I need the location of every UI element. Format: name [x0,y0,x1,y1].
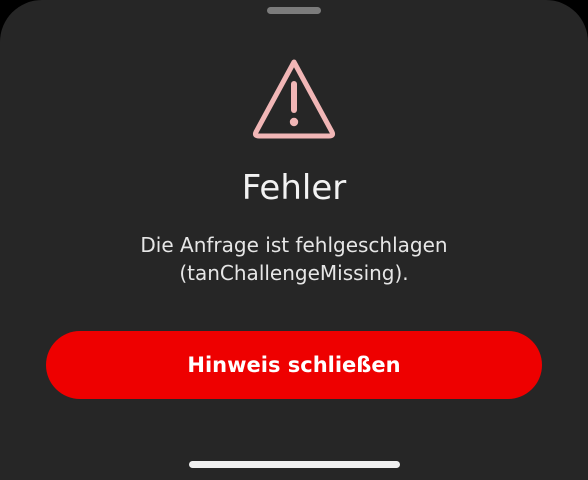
home-indicator[interactable] [189,461,400,468]
sheet-grabber-handle[interactable] [267,7,321,14]
dialog-title: Fehler [241,168,347,208]
close-notice-button[interactable]: Hinweis schließen [46,331,542,399]
dialog-message: Die Anfrage ist fehlgeschlagen (tanChall… [40,231,548,287]
error-bottom-sheet: Fehler Die Anfrage ist fehlgeschlagen (t… [0,0,588,480]
warning-triangle-icon [252,59,336,139]
dialog-message-line-2: (tanChallengeMissing). [179,261,409,285]
dialog-message-line-1: Die Anfrage ist fehlgeschlagen [140,233,448,257]
